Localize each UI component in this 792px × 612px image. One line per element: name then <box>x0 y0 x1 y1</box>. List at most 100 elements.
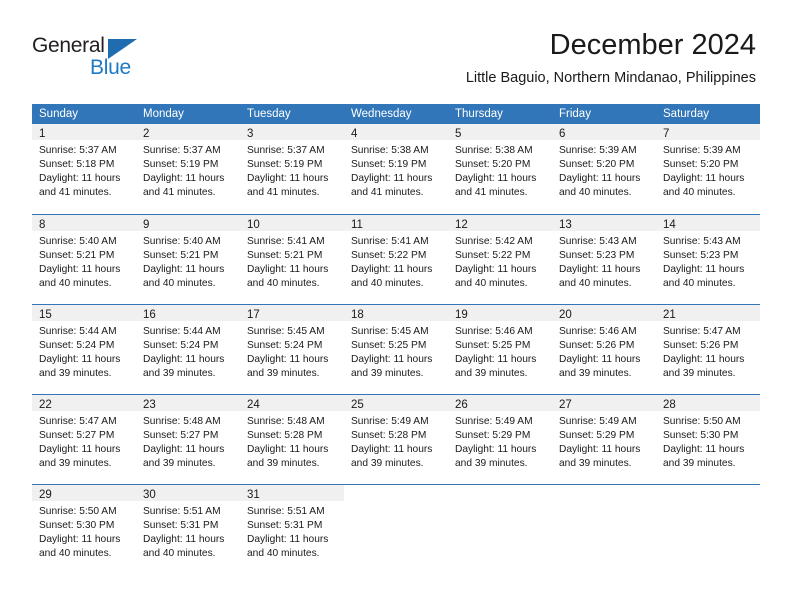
day-cell[interactable]: 27 Sunrise: 5:49 AM Sunset: 5:29 PM Dayligh… <box>552 395 656 484</box>
calendar-week-row: 15 Sunrise: 5:44 AM Sunset: 5:24 PM Dayligh… <box>32 304 760 394</box>
day-details: Sunrise: 5:41 AM Sunset: 5:21 PM Daylight:… <box>240 231 344 291</box>
day-detail-line: Sunset: 5:24 PM <box>143 340 219 351</box>
day-cell[interactable]: 21 Sunrise: 5:47 AM Sunset: 5:26 PM Dayligh… <box>656 305 760 394</box>
day-detail-line: Daylight: 11 hours <box>351 444 433 455</box>
day-detail-line: and 39 minutes. <box>455 368 528 379</box>
day-cell[interactable]: 20 Sunrise: 5:46 AM Sunset: 5:26 PM Dayligh… <box>552 305 656 394</box>
day-detail-line: Sunset: 5:24 PM <box>39 340 115 351</box>
day-cell[interactable]: 19 Sunrise: 5:46 AM Sunset: 5:25 PM Dayligh… <box>448 305 552 394</box>
day-cell[interactable]: 1 Sunrise: 5:37 AM Sunset: 5:18 PM Daylight… <box>32 124 136 214</box>
day-detail-line: Sunset: 5:30 PM <box>663 430 739 441</box>
day-detail-line: Sunset: 5:19 PM <box>143 159 219 170</box>
day-number: 13 <box>559 219 572 231</box>
day-cell[interactable]: 5 Sunrise: 5:38 AM Sunset: 5:20 PM Daylight… <box>448 124 552 214</box>
day-cell-empty <box>448 485 552 574</box>
day-cell[interactable]: 2 Sunrise: 5:37 AM Sunset: 5:19 PM Daylight… <box>136 124 240 214</box>
day-number-band: 8 <box>32 215 136 231</box>
day-cell[interactable]: 25 Sunrise: 5:49 AM Sunset: 5:28 PM Dayligh… <box>344 395 448 484</box>
day-cell[interactable]: 10 Sunrise: 5:41 AM Sunset: 5:21 PM Dayligh… <box>240 215 344 304</box>
generalblue-logo[interactable]: General Blue <box>32 34 182 84</box>
weekday-header-saturday: Saturday <box>663 108 710 120</box>
calendar-weeks: 1 Sunrise: 5:37 AM Sunset: 5:18 PM Daylight… <box>32 124 760 574</box>
day-cell[interactable]: 7 Sunrise: 5:39 AM Sunset: 5:20 PM Daylight… <box>656 124 760 214</box>
day-detail-line: and 40 minutes. <box>39 278 112 289</box>
day-number-band: 1 <box>32 124 136 140</box>
day-number: 11 <box>351 219 363 231</box>
day-cell[interactable]: 15 Sunrise: 5:44 AM Sunset: 5:24 PM Dayligh… <box>32 305 136 394</box>
day-detail-line: Sunset: 5:19 PM <box>351 159 427 170</box>
day-detail-line: and 39 minutes. <box>351 368 424 379</box>
day-detail-line: Sunset: 5:25 PM <box>351 340 427 351</box>
day-detail-line: Sunrise: 5:49 AM <box>351 416 429 427</box>
day-cell[interactable]: 31 Sunrise: 5:51 AM Sunset: 5:31 PM Dayligh… <box>240 485 344 574</box>
day-number-band: 4 <box>344 124 448 140</box>
weekday-header-friday: Friday <box>559 108 591 120</box>
day-number: 21 <box>663 309 676 321</box>
day-cell-empty <box>552 485 656 574</box>
day-cell[interactable]: 12 Sunrise: 5:42 AM Sunset: 5:22 PM Dayligh… <box>448 215 552 304</box>
day-cell[interactable]: 30 Sunrise: 5:51 AM Sunset: 5:31 PM Dayligh… <box>136 485 240 574</box>
day-number: 24 <box>247 399 260 411</box>
day-number: 16 <box>143 309 156 321</box>
day-cell[interactable]: 16 Sunrise: 5:44 AM Sunset: 5:24 PM Dayligh… <box>136 305 240 394</box>
day-cell[interactable]: 17 Sunrise: 5:45 AM Sunset: 5:24 PM Dayligh… <box>240 305 344 394</box>
day-cell[interactable]: 3 Sunrise: 5:37 AM Sunset: 5:19 PM Daylight… <box>240 124 344 214</box>
day-cell[interactable]: 9 Sunrise: 5:40 AM Sunset: 5:21 PM Daylight… <box>136 215 240 304</box>
day-details: Sunrise: 5:43 AM Sunset: 5:23 PM Daylight:… <box>552 231 656 291</box>
day-number-band: 24 <box>240 395 344 411</box>
day-cell[interactable]: 11 Sunrise: 5:41 AM Sunset: 5:22 PM Dayligh… <box>344 215 448 304</box>
day-detail-line: and 40 minutes. <box>143 278 216 289</box>
day-number: 25 <box>351 399 364 411</box>
day-cell[interactable]: 24 Sunrise: 5:48 AM Sunset: 5:28 PM Dayligh… <box>240 395 344 484</box>
day-detail-line: Daylight: 11 hours <box>39 173 121 184</box>
day-detail-line: Sunrise: 5:43 AM <box>559 236 637 247</box>
day-detail-line: Sunset: 5:22 PM <box>455 250 531 261</box>
day-detail-line: Daylight: 11 hours <box>39 264 121 275</box>
day-cell[interactable]: 18 Sunrise: 5:45 AM Sunset: 5:25 PM Dayligh… <box>344 305 448 394</box>
day-detail-line: and 39 minutes. <box>247 368 320 379</box>
day-details: Sunrise: 5:40 AM Sunset: 5:21 PM Daylight:… <box>32 231 136 291</box>
day-number-band: 15 <box>32 305 136 321</box>
day-detail-line: Sunrise: 5:49 AM <box>559 416 637 427</box>
day-cell[interactable]: 22 Sunrise: 5:47 AM Sunset: 5:27 PM Dayligh… <box>32 395 136 484</box>
day-cell[interactable]: 13 Sunrise: 5:43 AM Sunset: 5:23 PM Dayligh… <box>552 215 656 304</box>
weekday-header-thursday: Thursday <box>455 108 503 120</box>
day-cell[interactable]: 26 Sunrise: 5:49 AM Sunset: 5:29 PM Dayligh… <box>448 395 552 484</box>
day-cell[interactable]: 6 Sunrise: 5:39 AM Sunset: 5:20 PM Daylight… <box>552 124 656 214</box>
day-detail-line: Daylight: 11 hours <box>143 444 225 455</box>
day-cell[interactable]: 23 Sunrise: 5:48 AM Sunset: 5:27 PM Dayligh… <box>136 395 240 484</box>
day-cell[interactable]: 8 Sunrise: 5:40 AM Sunset: 5:21 PM Daylight… <box>32 215 136 304</box>
day-detail-line: Daylight: 11 hours <box>663 444 745 455</box>
day-cell-empty <box>344 485 448 574</box>
day-detail-line: Daylight: 11 hours <box>351 173 433 184</box>
day-detail-line: Sunset: 5:20 PM <box>455 159 531 170</box>
day-detail-line: Daylight: 11 hours <box>39 444 121 455</box>
day-number-band <box>656 485 760 501</box>
day-number: 26 <box>455 399 468 411</box>
day-details: Sunrise: 5:39 AM Sunset: 5:20 PM Daylight:… <box>656 140 760 200</box>
day-detail-line: Sunrise: 5:37 AM <box>247 145 325 156</box>
day-detail-line: Sunrise: 5:47 AM <box>39 416 117 427</box>
day-detail-line: and 39 minutes. <box>247 458 320 469</box>
day-detail-line: and 40 minutes. <box>663 187 736 198</box>
day-number: 28 <box>663 399 676 411</box>
day-cell[interactable]: 14 Sunrise: 5:43 AM Sunset: 5:23 PM Dayligh… <box>656 215 760 304</box>
day-detail-line: and 40 minutes. <box>351 278 424 289</box>
day-details: Sunrise: 5:42 AM Sunset: 5:22 PM Daylight:… <box>448 231 552 291</box>
day-number: 9 <box>143 219 150 231</box>
day-detail-line: Sunset: 5:27 PM <box>39 430 115 441</box>
day-cell[interactable]: 4 Sunrise: 5:38 AM Sunset: 5:19 PM Daylight… <box>344 124 448 214</box>
day-cell[interactable]: 28 Sunrise: 5:50 AM Sunset: 5:30 PM Dayligh… <box>656 395 760 484</box>
day-detail-line: Sunset: 5:29 PM <box>559 430 635 441</box>
day-detail-line: Daylight: 11 hours <box>247 173 329 184</box>
day-details: Sunrise: 5:46 AM Sunset: 5:26 PM Daylight:… <box>552 321 656 381</box>
day-detail-line: Daylight: 11 hours <box>247 444 329 455</box>
day-detail-line: Sunset: 5:22 PM <box>351 250 427 261</box>
day-detail-line: Sunrise: 5:43 AM <box>663 236 741 247</box>
day-cell[interactable]: 29 Sunrise: 5:50 AM Sunset: 5:30 PM Dayligh… <box>32 485 136 574</box>
day-detail-line: Sunset: 5:23 PM <box>559 250 635 261</box>
day-detail-line: and 40 minutes. <box>143 548 216 559</box>
day-details: Sunrise: 5:41 AM Sunset: 5:22 PM Daylight:… <box>344 231 448 291</box>
day-detail-line: Daylight: 11 hours <box>559 173 641 184</box>
day-detail-line: Sunrise: 5:39 AM <box>559 145 637 156</box>
